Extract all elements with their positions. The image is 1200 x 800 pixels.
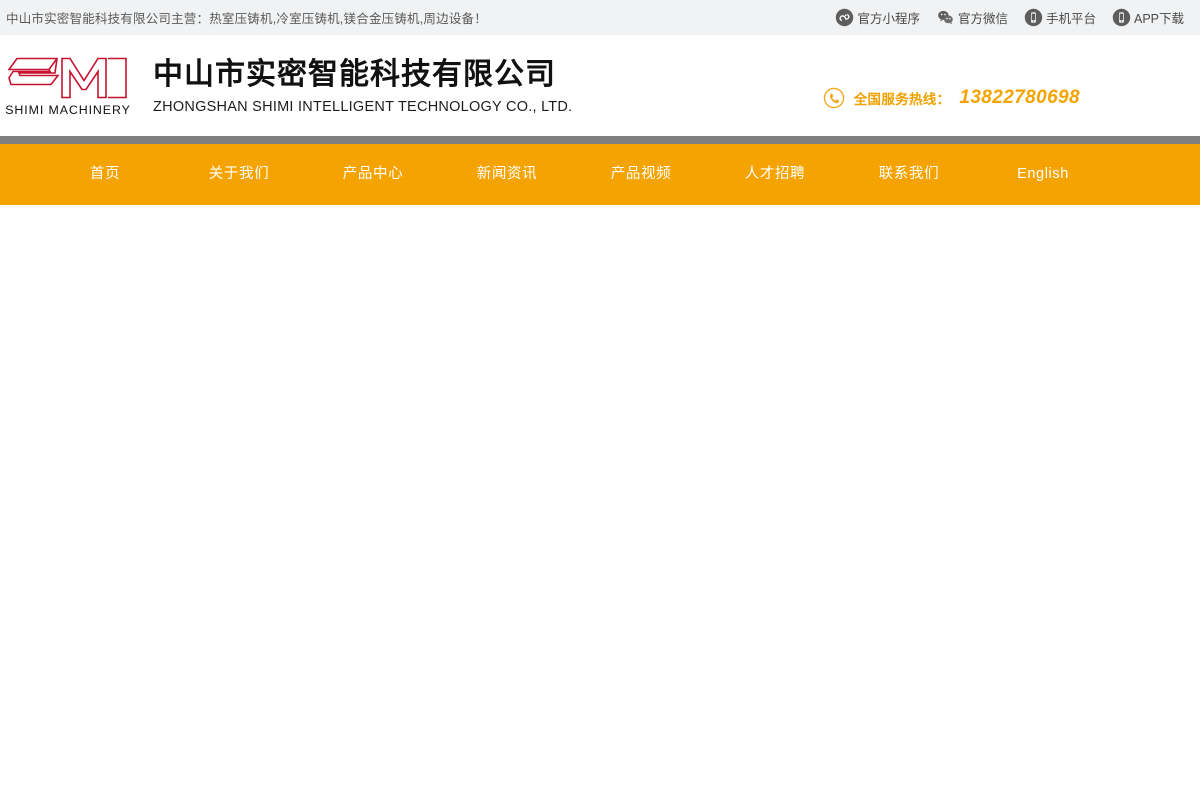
- nav-top-divider: [0, 136, 1200, 144]
- top-link-app-download[interactable]: APP下载: [1104, 8, 1192, 27]
- nav-list: 首页 关于我们 产品中心 新闻资讯 产品视频 人才招聘 联系我们 English: [0, 144, 1200, 205]
- top-link-mobile-platform-label: 手机平台: [1045, 12, 1096, 26]
- company-name-en: ZHONGSHAN SHIMI INTELLIGENT TECHNOLOGY C…: [153, 99, 573, 116]
- nav-item-about[interactable]: 关于我们: [172, 144, 306, 205]
- logo-wordmark: SHIMI MACHINERY: [5, 103, 131, 117]
- main-navigation: 首页 关于我们 产品中心 新闻资讯 产品视频 人才招聘 联系我们 English: [0, 144, 1200, 205]
- top-link-miniprogram-label: 官方小程序: [857, 12, 920, 26]
- nav-item-home[interactable]: 首页: [38, 144, 172, 205]
- hotline-number: 13822780698: [959, 87, 1080, 108]
- phone-circle-icon: [823, 87, 845, 109]
- hotline-label: 全国服务热线：: [853, 92, 951, 107]
- company-name-cn: 中山市实密智能科技有限公司: [153, 57, 556, 91]
- mobile-phone-icon: [1024, 8, 1043, 27]
- nav-item-videos[interactable]: 产品视频: [574, 144, 708, 205]
- site-slogan: 中山市实密智能科技有限公司主营：热室压铸机,冷室压铸机,镁合金压铸机,周边设备！: [6, 12, 487, 26]
- top-link-miniprogram[interactable]: 官方小程序: [827, 8, 928, 27]
- service-hotline: 全国服务热线： 13822780698: [823, 87, 1080, 109]
- app-download-icon: [1112, 8, 1131, 27]
- top-bar: 中山市实密智能科技有限公司主营：热室压铸机,冷室压铸机,镁合金压铸机,周边设备！…: [0, 0, 1200, 35]
- nav-item-english[interactable]: English: [976, 144, 1110, 205]
- top-link-app-download-label: APP下载: [1133, 12, 1184, 26]
- miniprogram-icon: [835, 8, 854, 27]
- site-logo[interactable]: SHIMI MACHINERY: [5, 56, 131, 117]
- main-content-area: [0, 205, 1200, 800]
- nav-item-news[interactable]: 新闻资讯: [440, 144, 574, 205]
- nav-item-careers[interactable]: 人才招聘: [708, 144, 842, 205]
- company-identity: 中山市实密智能科技有限公司 ZHONGSHAN SHIMI INTELLIGEN…: [153, 56, 572, 116]
- top-link-wechat[interactable]: 官方微信: [928, 8, 1016, 27]
- top-link-wechat-label: 官方微信: [957, 12, 1008, 26]
- wechat-icon: [936, 8, 955, 27]
- top-bar-links: 官方小程序 官方微信 手机平台 APP下载: [827, 8, 1192, 27]
- site-header: SHIMI MACHINERY 中山市实密智能科技有限公司 ZHONGSHAN …: [0, 35, 1200, 136]
- top-link-mobile-platform[interactable]: 手机平台: [1016, 8, 1104, 27]
- sm-monogram-icon: [7, 56, 128, 100]
- nav-item-products[interactable]: 产品中心: [306, 144, 440, 205]
- nav-item-contact[interactable]: 联系我们: [842, 144, 976, 205]
